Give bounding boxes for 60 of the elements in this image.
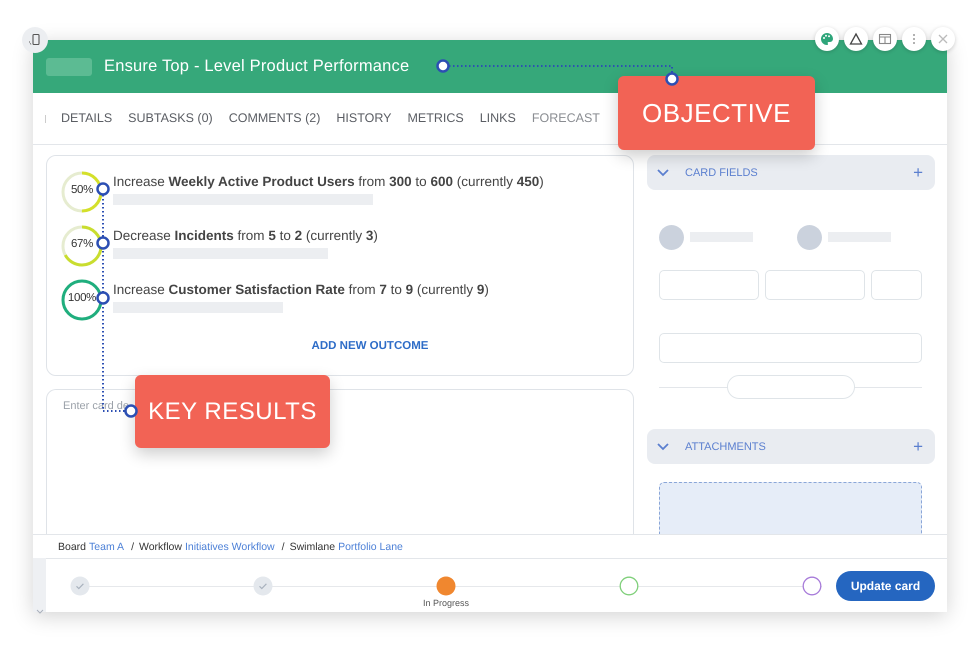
- tab[interactable]: HISTORY: [328, 110, 400, 126]
- outcome-text: Increase Weekly Active Product Users from 300 to 600 (currently 450): [113, 174, 544, 189]
- breadcrumb-label: Swimlane: [290, 540, 336, 552]
- input-field[interactable]: [659, 270, 759, 300]
- section-title: CARD FIELDS: [685, 166, 759, 178]
- tab[interactable]: METRICS: [399, 110, 472, 126]
- progress-ring: [59, 277, 105, 323]
- section-title: ATTACHMENTS: [685, 440, 767, 452]
- avatar-placeholder: [797, 224, 822, 250]
- close-icon[interactable]: [931, 27, 955, 51]
- avatar-placeholder: [659, 224, 684, 250]
- check-step-icon[interactable]: [253, 576, 273, 596]
- section-header[interactable]: ATTACHMENTS +: [647, 429, 935, 464]
- input-field[interactable]: [871, 270, 922, 300]
- current-step-icon[interactable]: [436, 576, 456, 596]
- window-title: Ensure Top - Level Product Performance: [104, 57, 410, 76]
- connector-dot: [96, 182, 110, 196]
- collapse-strip[interactable]: [33, 558, 46, 612]
- step-circle-icon[interactable]: [802, 576, 822, 596]
- add-outcome-link[interactable]: ADD NEW OUTCOME: [306, 339, 434, 353]
- add-icon[interactable]: +: [913, 436, 923, 456]
- breadcrumb-link[interactable]: Portfolio Lane: [338, 540, 403, 552]
- step-label: In Progress: [422, 598, 470, 608]
- connector-dot: [665, 72, 679, 86]
- tab[interactable]: COMMENTS (2): [220, 110, 328, 126]
- step-circle-icon[interactable]: [619, 576, 639, 596]
- palette-icon[interactable]: [815, 27, 839, 51]
- breadcrumb-label: Workflow: [138, 540, 182, 552]
- device-rotate-icon[interactable]: [22, 27, 48, 53]
- title-placeholder: [46, 58, 92, 76]
- breadcrumb-label: Board: [58, 540, 86, 552]
- section-header[interactable]: CARD FIELDS +: [647, 155, 935, 190]
- add-icon[interactable]: +: [913, 162, 923, 182]
- pill-button[interactable]: [726, 375, 854, 399]
- breadcrumb-link[interactable]: Initiatives Workflow: [184, 540, 275, 552]
- breadcrumb-link[interactable]: Team A: [89, 540, 124, 552]
- check-step-icon[interactable]: [70, 576, 90, 596]
- percent-label: 50%: [70, 184, 94, 196]
- callout-label: KEY RESULTS: [135, 375, 330, 448]
- tab[interactable]: FORECAST: [524, 110, 608, 126]
- connector-dot: [436, 59, 450, 73]
- more-icon[interactable]: [902, 27, 926, 51]
- input-field[interactable]: [659, 333, 922, 363]
- outcome-text: Decrease Incidents from 5 to 2 (currently 3): [113, 228, 378, 243]
- breadcrumb-separator: /: [282, 540, 285, 552]
- chevron-icon: [36, 608, 44, 614]
- connector-dot: [96, 236, 110, 250]
- outcome-text: Increase Customer Satisfaction Rate from 7 to 9 (currently 9): [113, 282, 489, 297]
- breadcrumb-separator: /: [131, 540, 134, 552]
- tab[interactable]: SUBTASKS (0): [120, 110, 221, 126]
- tab[interactable]: LINKS: [472, 110, 524, 126]
- layout-icon[interactable]: [873, 27, 897, 51]
- percent-label: 100%: [68, 292, 96, 304]
- drop-zone[interactable]: [659, 482, 922, 534]
- input-field[interactable]: [765, 270, 865, 300]
- percent-label: 67%: [70, 238, 94, 250]
- tab[interactable]: DETAILS: [61, 110, 120, 126]
- connector-dot: [96, 291, 110, 305]
- update-card-button[interactable]: Update card: [836, 571, 935, 601]
- callout-label: OBJECTIVE: [618, 76, 815, 150]
